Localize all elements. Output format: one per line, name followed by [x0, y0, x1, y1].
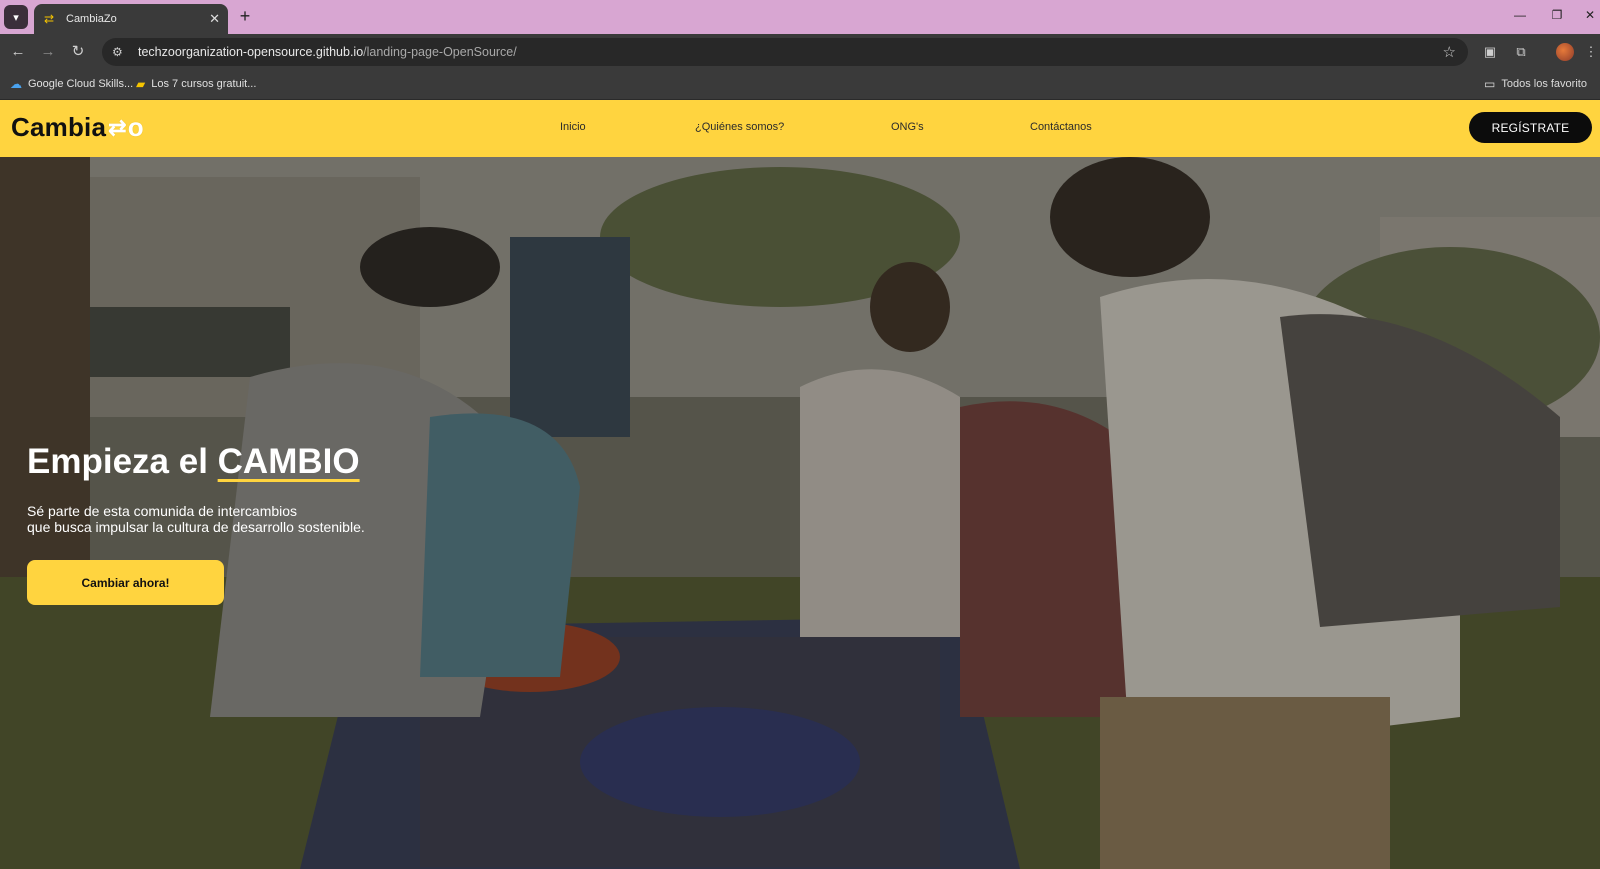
cambiar-ahora-button[interactable]: Cambiar ahora!: [27, 560, 224, 605]
menu-kebab-icon[interactable]: ⋮: [1582, 43, 1600, 61]
nav-link-inicio[interactable]: Inicio: [560, 121, 586, 133]
url-host: techzoorganization-opensource.github.io: [138, 45, 364, 59]
back-arrow-icon[interactable]: ←: [8, 42, 28, 62]
browser-toolbar: ← → ↻ ⚙ techzoorganization-opensource.gi…: [0, 34, 1600, 70]
bookmark-star-icon[interactable]: ☆: [1443, 43, 1456, 61]
bookmarks-bar: ☁ Google Cloud Skills... ▰ Los 7 cursos …: [0, 70, 1600, 100]
new-tab-button[interactable]: +: [234, 6, 256, 28]
cast-icon[interactable]: ▣: [1481, 43, 1499, 61]
profile-avatar[interactable]: [1556, 43, 1574, 61]
register-button[interactable]: REGÍSTRATE: [1469, 112, 1592, 143]
bookmark-cursos[interactable]: ▰ Los 7 cursos gratuit...: [136, 77, 256, 91]
cambiazo-favicon-icon: ⇄: [43, 12, 55, 26]
restore-icon[interactable]: ❐: [1547, 8, 1567, 22]
google-cloud-icon: ☁: [10, 77, 22, 91]
nav-link-ongs[interactable]: ONG's: [891, 121, 924, 133]
forward-arrow-icon[interactable]: →: [38, 42, 58, 62]
url-path: /landing-page-OpenSource/: [363, 45, 517, 59]
nav-link-contactanos[interactable]: Contáctanos: [1030, 121, 1092, 133]
close-icon[interactable]: ✕: [209, 11, 220, 27]
folder-icon: ▭: [1484, 77, 1496, 91]
nav-link-quienes-somos[interactable]: ¿Quiénes somos?: [695, 121, 784, 133]
site-header: Cambia ⇄ o Inicio ¿Quiénes somos? ONG's …: [0, 100, 1600, 157]
all-bookmarks-folder[interactable]: ▭ Todos los favorito: [1484, 77, 1587, 91]
all-bookmarks-label: Todos los favorito: [1501, 78, 1587, 90]
bookmark-google-cloud[interactable]: ☁ Google Cloud Skills...: [10, 77, 133, 91]
hero-subtitle: Sé parte de esta comunida de intercambio…: [27, 503, 547, 535]
logo-text: Cambia: [11, 112, 107, 142]
hero-section: Empieza el CAMBIO Sé parte de esta comun…: [0, 157, 1600, 869]
address-bar[interactable]: ⚙ techzoorganization-opensource.github.i…: [102, 38, 1468, 66]
site-settings-icon[interactable]: ⚙: [112, 45, 132, 59]
minimize-icon[interactable]: —: [1510, 8, 1530, 22]
bookmark-label: Google Cloud Skills...: [28, 78, 134, 90]
tab-cambiazo[interactable]: ⇄ CambiaZo ✕: [34, 4, 228, 34]
extensions-icon[interactable]: ⧉: [1512, 43, 1530, 61]
hero-title-prefix: Empieza el: [27, 442, 218, 481]
chevron-down-icon: ▾: [13, 11, 19, 24]
tab-search-button[interactable]: ▾: [4, 5, 28, 29]
hero-subtitle-line1: Sé parte de esta comunida de intercambio…: [27, 503, 298, 519]
hero-subtitle-line2: que busca impulsar la cultura de desarro…: [27, 519, 365, 535]
hero-title-accent: CAMBIO: [217, 442, 360, 481]
exchange-arrows-icon: ⇄: [108, 114, 127, 140]
tab-title: CambiaZo: [66, 13, 117, 25]
cambiazo-logo[interactable]: Cambia ⇄ o: [11, 112, 144, 143]
window-close-icon[interactable]: ✕: [1580, 8, 1600, 22]
logo-tail: o: [127, 112, 144, 142]
reload-icon[interactable]: ↻: [68, 42, 88, 62]
bookmark-favicon-icon: ▰: [136, 77, 146, 91]
tab-strip: ▾ ⇄ CambiaZo ✕ + — ❐ ✕: [0, 0, 1600, 34]
web-page: Cambia ⇄ o Inicio ¿Quiénes somos? ONG's …: [0, 100, 1600, 869]
bookmark-label: Los 7 cursos gratuit...: [151, 78, 257, 90]
url-text[interactable]: techzoorganization-opensource.github.io/…: [138, 45, 517, 59]
hero-title: Empieza el CAMBIO: [27, 442, 360, 482]
